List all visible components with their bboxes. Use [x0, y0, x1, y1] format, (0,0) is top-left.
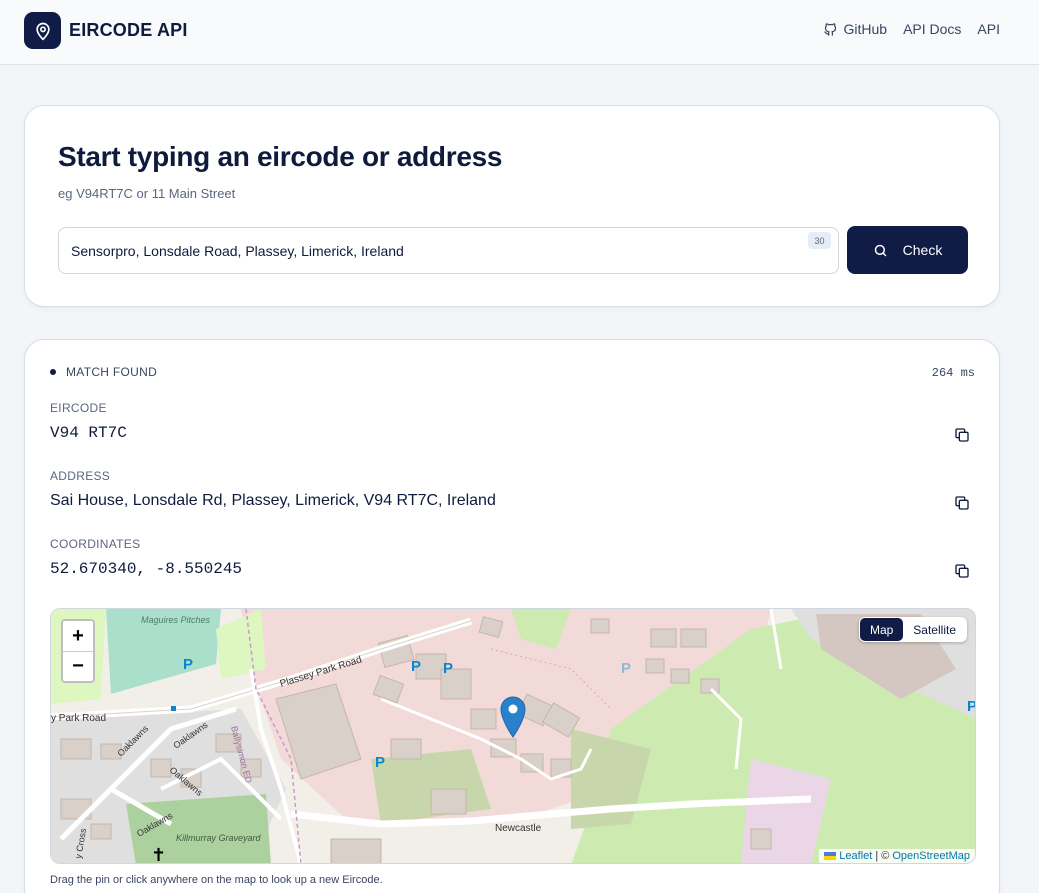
map-label-newcastle: Newcastle	[495, 823, 542, 834]
svg-text:P: P	[967, 698, 976, 715]
zoom-control: + −	[61, 619, 95, 683]
top-navbar: EIRCODE API GitHub API Docs API	[0, 0, 1039, 65]
map-layer-toggle: Map Satellite	[858, 617, 967, 642]
map-attribution: Leaflet | © OpenStreetMap	[819, 849, 975, 863]
ukraine-flag-icon	[824, 852, 837, 860]
header-nav: GitHub API Docs API	[823, 21, 1000, 37]
leaflet-link[interactable]: Leaflet	[839, 850, 872, 862]
zoom-out-button[interactable]: −	[63, 651, 93, 681]
check-button-label: Check	[902, 242, 943, 258]
layer-map-button[interactable]: Map	[859, 618, 904, 641]
address-value: Sai House, Lonsdale Rd, Plassey, Limeric…	[50, 492, 496, 509]
layer-satellite-button[interactable]: Satellite	[903, 618, 966, 641]
copy-icon	[955, 428, 969, 442]
check-button[interactable]: Check	[847, 226, 968, 274]
openstreetmap-link[interactable]: OpenStreetMap	[892, 850, 970, 862]
result-card: MATCH FOUND 264 ms EIRCODE V94 RT7C ADDR…	[24, 339, 1000, 893]
coordinates-value: 52.670340, -8.550245	[50, 560, 243, 578]
search-hint: eg V94RT7C or 11 Main Street	[58, 186, 236, 201]
svg-text:P: P	[183, 656, 193, 673]
nav-link-api-docs[interactable]: API Docs	[903, 21, 961, 37]
map-view[interactable]: P P P P P P Maguires Pitches y Park Road…	[50, 608, 976, 864]
copy-icon	[955, 496, 969, 510]
search-card: Start typing an eircode or address eg V9…	[24, 105, 1000, 307]
copy-address-button[interactable]	[952, 493, 972, 513]
status-badge: MATCH FOUND	[66, 365, 158, 379]
brand-name[interactable]: EIRCODE API	[69, 20, 188, 41]
svg-text:P: P	[411, 658, 421, 675]
eircode-label: EIRCODE	[50, 401, 107, 415]
latency-value: 264 ms	[931, 366, 975, 380]
svg-text:P: P	[621, 660, 631, 677]
search-icon	[874, 244, 886, 256]
github-icon	[824, 22, 837, 36]
map-label-graveyard: Killmurray Graveyard	[176, 833, 262, 843]
nav-label-github: GitHub	[843, 21, 888, 37]
map-label-park-road: y Park Road	[51, 713, 106, 724]
attribution-separator: | ©	[875, 850, 890, 862]
search-title: Start typing an eircode or address	[58, 141, 503, 172]
svg-text:P: P	[375, 754, 385, 771]
nav-link-github[interactable]: GitHub	[823, 21, 887, 37]
status-dot	[50, 369, 56, 375]
map-label-pitches: Maguires Pitches	[141, 615, 211, 625]
copy-eircode-button[interactable]	[952, 425, 972, 445]
copy-coordinates-button[interactable]	[952, 561, 972, 581]
zoom-in-button[interactable]: +	[63, 621, 93, 651]
svg-text:✝: ✝	[151, 845, 166, 864]
map-pin-logo-icon[interactable]	[24, 12, 61, 49]
address-search-input[interactable]	[58, 227, 839, 274]
nav-link-api[interactable]: API	[977, 21, 1000, 37]
svg-text:P: P	[443, 660, 453, 677]
coordinates-label: COORDINATES	[50, 537, 141, 551]
address-label: ADDRESS	[50, 469, 111, 483]
eircode-value: V94 RT7C	[50, 424, 127, 442]
map-hint-text: Drag the pin or click anywhere on the ma…	[50, 874, 383, 886]
character-count-badge: 30	[808, 232, 831, 249]
copy-icon	[955, 564, 969, 578]
location-pin-icon[interactable]	[500, 696, 526, 738]
